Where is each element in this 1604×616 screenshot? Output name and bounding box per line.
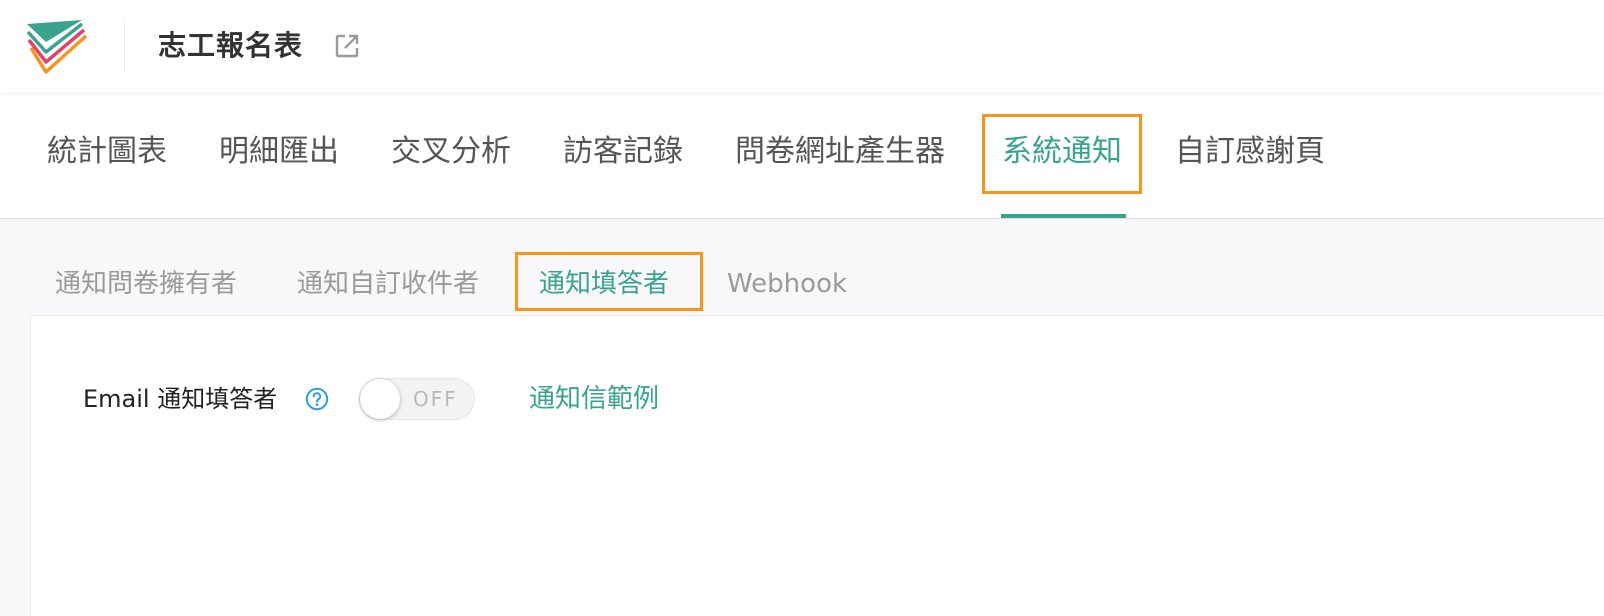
subtab-notify-owner[interactable]: 通知問卷擁有者 xyxy=(55,267,237,301)
app-header: 志工報名表 xyxy=(0,0,1604,92)
tab-detail-export[interactable]: 明細匯出 xyxy=(219,132,339,172)
settings-card: Email 通知填答者 OFF 通知信範例 xyxy=(30,315,1604,616)
toggle-knob xyxy=(360,379,400,419)
main-tab-bar: 統計圖表 明細匯出 交叉分析 訪客記錄 問卷網址產生器 系統通知 自訂感謝頁 xyxy=(0,94,1604,219)
tab-custom-thank-you-page[interactable]: 自訂感謝頁 xyxy=(1175,132,1325,172)
tab-statistics-charts[interactable]: 統計圖表 xyxy=(47,132,167,172)
notification-example-link[interactable]: 通知信範例 xyxy=(529,382,659,416)
email-notify-respondent-label: Email 通知填答者 xyxy=(83,385,278,413)
external-link-icon[interactable] xyxy=(334,33,360,59)
header-divider xyxy=(124,22,125,72)
tab-visitor-log[interactable]: 訪客記錄 xyxy=(563,132,683,172)
email-notify-toggle[interactable]: OFF xyxy=(359,378,475,420)
app-logo-icon[interactable] xyxy=(24,18,90,76)
notification-panel: 通知問卷擁有者 通知自訂收件者 通知填答者 Webhook Email 通知填答… xyxy=(0,219,1604,616)
form-title: 志工報名表 xyxy=(158,29,304,62)
toggle-state-text: OFF xyxy=(413,387,458,411)
tab-survey-url-generator[interactable]: 問卷網址產生器 xyxy=(735,132,945,172)
active-tab-indicator xyxy=(1001,214,1126,218)
subtab-webhook[interactable]: Webhook xyxy=(727,267,847,301)
subtab-notify-custom-recipients[interactable]: 通知自訂收件者 xyxy=(297,267,479,301)
tab-cross-analysis[interactable]: 交叉分析 xyxy=(391,132,511,172)
question-circle-icon[interactable] xyxy=(305,387,329,411)
tab-system-notification[interactable]: 系統通知 xyxy=(1002,132,1122,172)
page: 志工報名表 統計圖表 明細匯出 交叉分析 訪客記錄 問卷網址產生器 系統通知 自… xyxy=(0,0,1604,616)
subtab-notify-respondent[interactable]: 通知填答者 xyxy=(539,267,669,301)
